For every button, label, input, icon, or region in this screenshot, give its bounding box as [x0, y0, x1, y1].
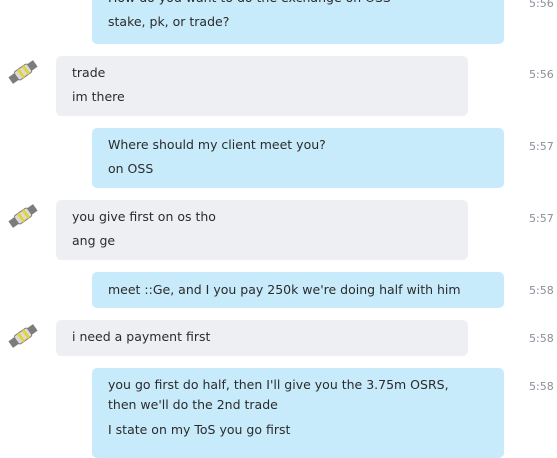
message-timestamp: 5:58 PM — [529, 284, 557, 297]
message-timestamp: 5:58 PM — [529, 380, 557, 393]
message-bubble-outgoing[interactable]: meet ::Ge, and I you pay 250k we're doin… — [92, 272, 504, 308]
message-text: ang ge — [72, 233, 116, 248]
message-text: I state on my ToS you go first — [108, 422, 291, 437]
message-bubble-incoming[interactable]: i need a payment first — [56, 320, 468, 356]
message-text: i need a payment first — [72, 329, 211, 344]
chat-transcript: How do you want to do the exchange on OS… — [0, 0, 557, 458]
message-text: How do you want to do the exchange on OS… — [108, 0, 391, 10]
message-bubble-incoming[interactable]: you give first on os tho ang ge — [56, 200, 468, 260]
message-text: you give first on os tho — [72, 209, 216, 224]
message-text: meet ::Ge, and I you pay 250k we're doin… — [108, 282, 461, 297]
message-text: Where should my client meet you? — [108, 137, 326, 152]
message-text: im there — [72, 89, 125, 104]
message-bubble-outgoing[interactable]: Where should my client meet you? on OSS — [92, 128, 504, 188]
candy-cracker-icon[interactable] — [6, 201, 40, 231]
message-timestamp: 5:56 PM — [529, 68, 557, 81]
candy-cracker-icon[interactable] — [6, 321, 40, 351]
message-timestamp: 5:56 PM — [529, 0, 557, 10]
message-bubble-outgoing[interactable]: you go first do half, then I'll give you… — [92, 368, 504, 458]
message-text: stake, pk, or trade? — [108, 14, 230, 29]
message-text: on OSS — [108, 161, 154, 176]
message-timestamp: 5:57 PM — [529, 140, 557, 153]
message-timestamp: 5:58 PM — [529, 332, 557, 345]
message-text: you go first do half, then I'll give you… — [108, 377, 449, 412]
message-timestamp: 5:57 PM — [529, 212, 557, 225]
candy-cracker-icon[interactable] — [6, 57, 40, 87]
message-bubble-incoming[interactable]: trade im there — [56, 56, 468, 116]
message-text: trade — [72, 65, 106, 80]
message-bubble-outgoing[interactable]: How do you want to do the exchange on OS… — [92, 0, 504, 44]
